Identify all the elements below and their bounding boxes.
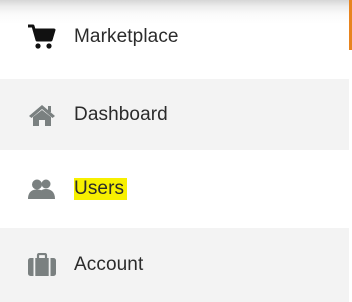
nav-item-label: Users <box>74 178 128 200</box>
cart-icon <box>26 21 58 53</box>
nav-item-label: Account <box>74 254 144 275</box>
nav-item-dashboard[interactable]: Dashboard <box>0 79 349 150</box>
home-icon <box>26 99 58 131</box>
briefcase-icon <box>26 249 58 281</box>
nav-item-label: Marketplace <box>74 25 179 47</box>
nav-item-marketplace[interactable]: Marketplace <box>0 0 349 73</box>
nav-item-account[interactable]: Account <box>0 228 349 302</box>
nav-item-label: Dashboard <box>74 103 168 125</box>
users-icon <box>26 173 58 205</box>
side-nav: Marketplace Dashboard Users Account <box>0 0 352 302</box>
nav-item-users[interactable]: Users <box>0 152 349 226</box>
